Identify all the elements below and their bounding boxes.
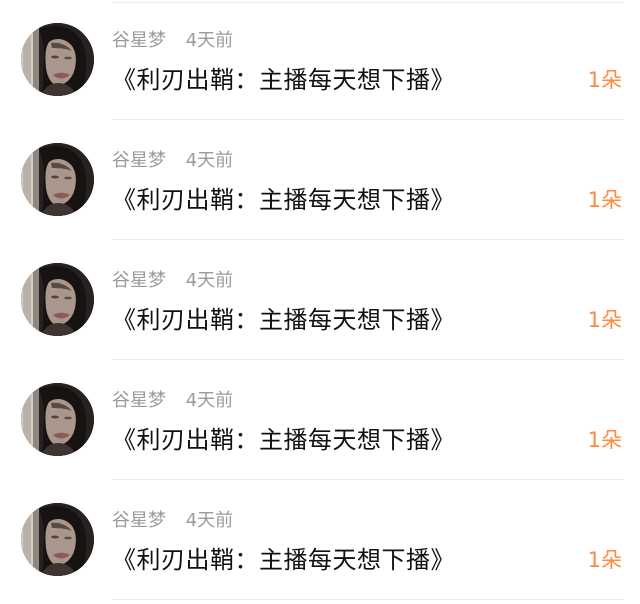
gift-title: 《利刃出鞘：主播每天想下播》 bbox=[112, 546, 455, 574]
user-avatar-photo-icon bbox=[21, 23, 94, 96]
timestamp: 4天前 bbox=[185, 150, 234, 171]
list-item[interactable]: 谷星梦 4天前 《利刃出鞘：主播每天想下播》 1朵 bbox=[0, 120, 640, 240]
user-avatar-photo-icon bbox=[21, 383, 94, 456]
avatar[interactable] bbox=[21, 263, 94, 336]
list-item[interactable]: 谷星梦 4天前 《利刃出鞘：主播每天想下播》 1朵 bbox=[0, 360, 640, 480]
user-avatar-photo-icon bbox=[21, 263, 94, 336]
timestamp: 4天前 bbox=[185, 510, 234, 531]
username: 谷星梦 bbox=[112, 390, 166, 411]
username: 谷星梦 bbox=[112, 270, 166, 291]
item-meta: 谷星梦 4天前 bbox=[112, 508, 233, 534]
gift-count: 1朵 bbox=[587, 428, 622, 452]
gift-count: 1朵 bbox=[587, 188, 622, 212]
username: 谷星梦 bbox=[112, 510, 166, 531]
gift-title: 《利刃出鞘：主播每天想下播》 bbox=[112, 426, 455, 454]
username: 谷星梦 bbox=[112, 150, 166, 171]
username: 谷星梦 bbox=[112, 30, 166, 51]
avatar[interactable] bbox=[21, 143, 94, 216]
gift-record-list: 谷星梦 4天前 《利刃出鞘：主播每天想下播》 1朵 谷星梦 4天前 《利刃出鞘：… bbox=[0, 0, 640, 604]
gift-count: 1朵 bbox=[587, 68, 622, 92]
item-meta: 谷星梦 4天前 bbox=[112, 268, 233, 294]
gift-title: 《利刃出鞘：主播每天想下播》 bbox=[112, 66, 455, 94]
avatar[interactable] bbox=[21, 503, 94, 576]
item-meta: 谷星梦 4天前 bbox=[112, 148, 233, 174]
timestamp: 4天前 bbox=[185, 30, 234, 51]
avatar[interactable] bbox=[21, 383, 94, 456]
item-meta: 谷星梦 4天前 bbox=[112, 388, 233, 414]
gift-count: 1朵 bbox=[587, 548, 622, 572]
user-avatar-photo-icon bbox=[21, 503, 94, 576]
gift-count: 1朵 bbox=[587, 308, 622, 332]
gift-title: 《利刃出鞘：主播每天想下播》 bbox=[112, 186, 455, 214]
avatar[interactable] bbox=[21, 23, 94, 96]
timestamp: 4天前 bbox=[185, 390, 234, 411]
gift-title: 《利刃出鞘：主播每天想下播》 bbox=[112, 306, 455, 334]
timestamp: 4天前 bbox=[185, 270, 234, 291]
user-avatar-photo-icon bbox=[21, 143, 94, 216]
list-item[interactable]: 谷星梦 4天前 《利刃出鞘：主播每天想下播》 1朵 bbox=[0, 240, 640, 360]
list-item[interactable]: 谷星梦 4天前 《利刃出鞘：主播每天想下播》 1朵 bbox=[0, 480, 640, 600]
list-item[interactable]: 谷星梦 4天前 《利刃出鞘：主播每天想下播》 1朵 bbox=[0, 0, 640, 120]
item-meta: 谷星梦 4天前 bbox=[112, 28, 233, 54]
